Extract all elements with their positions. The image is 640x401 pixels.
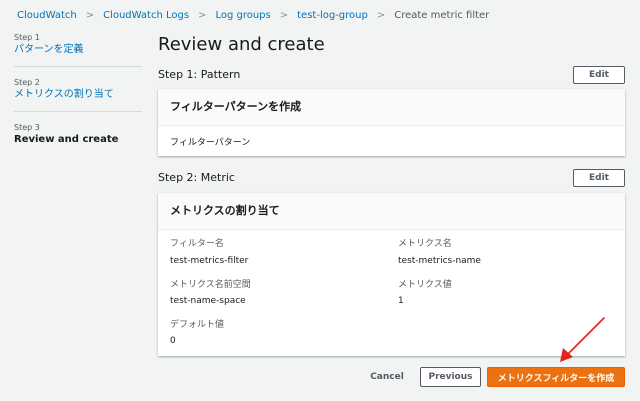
breadcrumb-cloudwatch-logs[interactable]: CloudWatch Logs	[103, 10, 189, 21]
pattern-card-header: フィルターパターンを作成	[158, 89, 625, 126]
chevron-right-icon: >	[279, 9, 289, 21]
edit-metric-button[interactable]: Edit	[573, 169, 625, 187]
chevron-right-icon: >	[198, 9, 207, 21]
section-metric-header: Step 2: Metric Edit	[158, 169, 625, 189]
chevron-right-icon: >	[376, 9, 386, 21]
section-metric-title: Step 2: Metric	[158, 171, 235, 184]
create-metric-filter-button[interactable]: メトリクスフィルターを作成	[487, 367, 625, 387]
metric-card-header: メトリクスの割り当て	[158, 193, 625, 230]
breadcrumb: CloudWatch > CloudWatch Logs > Log group…	[17, 8, 489, 22]
pattern-card-title: フィルターパターンを作成	[170, 100, 302, 113]
step-link-define-pattern[interactable]: パターンを定義	[14, 43, 142, 56]
section-pattern-title: Step 1: Pattern	[158, 68, 241, 81]
step-number: Step 1	[14, 33, 40, 42]
metric-name-value: test-metrics-name	[398, 256, 481, 266]
metric-namespace-label: メトリクス名前空間	[170, 280, 251, 290]
step-number: Step 3	[14, 123, 40, 132]
breadcrumb-cloudwatch[interactable]: CloudWatch	[17, 10, 77, 21]
step-current-review: Review and create	[14, 134, 119, 145]
pattern-card: フィルターパターンを作成 フィルターパターン	[158, 89, 625, 156]
metric-card-title: メトリクスの割り当て	[170, 204, 280, 217]
metric-value-value: 1	[398, 296, 404, 306]
metric-card: メトリクスの割り当て フィルター名 test-metrics-filter メト…	[158, 193, 625, 356]
edit-pattern-button[interactable]: Edit	[573, 66, 625, 84]
page-title: Review and create	[158, 34, 325, 55]
chevron-right-icon: >	[85, 9, 95, 21]
metric-value-label: メトリクス値	[398, 280, 452, 290]
filter-name-label: フィルター名	[170, 239, 224, 249]
metric-name-label: メトリクス名	[398, 239, 452, 249]
previous-button[interactable]: Previous	[420, 367, 481, 387]
filter-name-value: test-metrics-filter	[170, 256, 249, 266]
cancel-button[interactable]: Cancel	[360, 367, 414, 387]
wizard-step-2: Step 2 メトリクスの割り当て	[14, 77, 142, 112]
breadcrumb-current: Create metric filter	[394, 9, 490, 21]
wizard-step-1: Step 1 パターンを定義	[14, 32, 142, 67]
step-link-assign-metric[interactable]: メトリクスの割り当て	[14, 88, 142, 101]
step-number: Step 2	[14, 78, 40, 87]
wizard-step-3: Step 3 Review and create	[14, 122, 142, 156]
default-value-label: デフォルト値	[170, 320, 225, 330]
breadcrumb-log-groups[interactable]: Log groups	[215, 10, 270, 21]
filter-pattern-value: フィルターパターン	[170, 138, 251, 148]
section-pattern-header: Step 1: Pattern Edit	[158, 66, 625, 86]
breadcrumb-log-group[interactable]: test-log-group	[297, 10, 368, 21]
default-value-value: 0	[170, 336, 176, 346]
metric-namespace-value: test-name-space	[170, 296, 246, 306]
wizard-steps: Step 1 パターンを定義 Step 2 メトリクスの割り当て Step 3 …	[14, 32, 142, 166]
